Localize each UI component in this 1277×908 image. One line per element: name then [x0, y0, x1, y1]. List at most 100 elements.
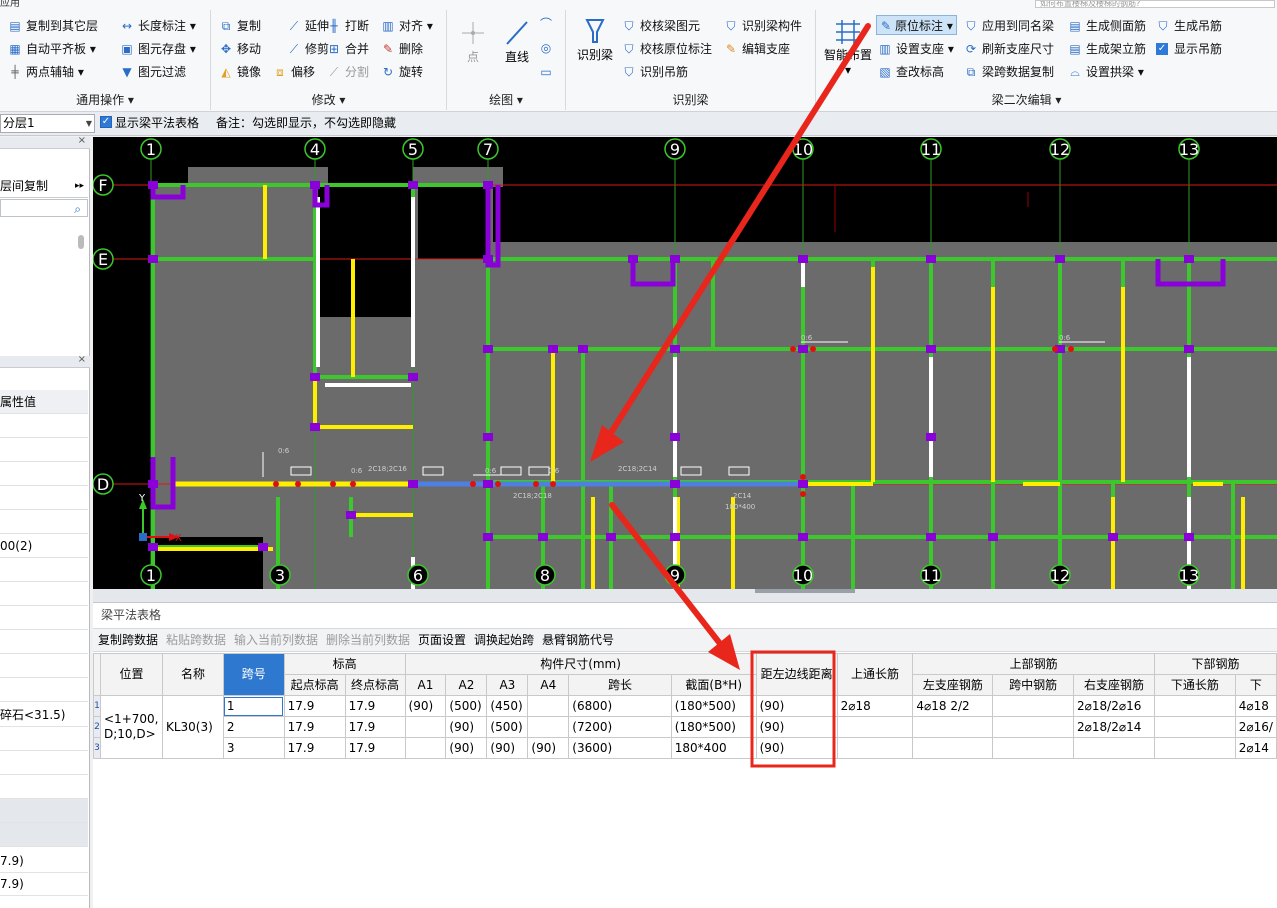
col-a2[interactable]: A2: [445, 674, 488, 696]
col-offset[interactable]: 距左边线距离: [755, 653, 838, 696]
property-row[interactable]: [0, 606, 88, 630]
cell-bottom-partial[interactable]: 2⌀14: [1234, 737, 1277, 759]
col-a3[interactable]: A3: [486, 674, 529, 696]
close-icon[interactable]: ×: [78, 135, 86, 146]
col-bottom-through[interactable]: 下通长筋: [1153, 674, 1236, 696]
property-row[interactable]: [0, 462, 88, 486]
col-start-elev[interactable]: 起点标高: [283, 674, 346, 696]
property-row[interactable]: [0, 751, 88, 775]
cell-a4[interactable]: (90): [527, 737, 570, 759]
property-row[interactable]: [0, 582, 88, 606]
refresh-support-size-button[interactable]: ⟳ 刷新支座尺寸: [964, 39, 1054, 59]
cell-left-seat[interactable]: [912, 716, 994, 738]
property-row[interactable]: 7.9): [0, 849, 88, 873]
offset-button[interactable]: ⧈ 偏移: [273, 62, 315, 82]
cell-bottom-partial[interactable]: 2⌀16/: [1234, 716, 1277, 738]
property-row[interactable]: [0, 414, 88, 438]
component-search-input[interactable]: ⌕: [0, 199, 88, 217]
cantilever-rebar-code-action[interactable]: 悬臂钢筋代号: [542, 633, 614, 647]
recognize-hanger-button[interactable]: ⛉ 识别吊筋: [622, 62, 688, 82]
move-button[interactable]: ✥ 移动: [219, 39, 261, 59]
cell-start-elev[interactable]: 17.9: [283, 716, 346, 738]
row-number[interactable]: 3: [93, 737, 101, 759]
trim-button[interactable]: ⟋ 修剪: [287, 39, 329, 59]
horizontal-scrollbar[interactable]: [755, 589, 855, 593]
col-top-through[interactable]: 上通长筋: [836, 653, 914, 696]
col-section[interactable]: 截面(B*H): [670, 674, 757, 696]
table-row[interactable]: 2 2 17.9 17.9 (90) (500) (7200) (180*500…: [93, 716, 1277, 738]
property-row[interactable]: [0, 654, 88, 678]
property-row[interactable]: [0, 486, 88, 510]
property-row[interactable]: [0, 775, 88, 799]
cell-a2[interactable]: (90): [445, 716, 488, 738]
cell-span[interactable]: 1: [222, 695, 285, 717]
col-a1[interactable]: A1: [404, 674, 447, 696]
cad-drawing-canvas[interactable]: 0:6 0:6 0:6 0:6 0:6 0:6 2C18;2C16 2C18;2…: [93, 137, 1277, 589]
input-column-action[interactable]: 输入当前列数据: [234, 633, 318, 647]
close-icon[interactable]: ×: [78, 354, 86, 365]
cell-offset[interactable]: (90): [755, 695, 838, 717]
cell-offset[interactable]: (90): [755, 737, 838, 759]
cell-bottom-through[interactable]: [1153, 716, 1236, 738]
paste-span-data-action[interactable]: 粘贴跨数据: [166, 633, 226, 647]
property-row[interactable]: [0, 630, 88, 654]
check-beam-element-button[interactable]: ⛉ 校核梁图元: [622, 16, 700, 36]
cell-top-through[interactable]: [836, 716, 914, 738]
cell-bottom-through[interactable]: [1153, 695, 1236, 717]
draw-point-button[interactable]: 点: [457, 18, 489, 65]
draw-arc-button[interactable]: ⌒: [539, 14, 553, 34]
gen-hanger-button[interactable]: ⛉ 生成吊筋: [1156, 16, 1222, 36]
cell-a3[interactable]: (500): [486, 716, 529, 738]
col-right-seat[interactable]: 右支座钢筋: [1073, 674, 1155, 696]
cell-left-seat[interactable]: 4⌀18 2/2: [912, 695, 994, 717]
swap-start-span-action[interactable]: 调换起始跨: [474, 633, 534, 647]
property-group-row[interactable]: [0, 823, 88, 847]
property-row[interactable]: 7.9): [0, 872, 88, 896]
cell-left-seat[interactable]: [912, 737, 994, 759]
cell-section[interactable]: 180*400: [670, 737, 757, 759]
check-inplace-annotation-button[interactable]: ⛉ 校核原位标注: [622, 39, 712, 59]
merge-button[interactable]: ⊞ 合并: [327, 39, 369, 59]
edit-support-button[interactable]: ✎ 编辑支座: [724, 39, 790, 59]
property-row[interactable]: [0, 678, 88, 702]
cell-a4[interactable]: [527, 695, 570, 717]
cell-span-length[interactable]: (7200): [568, 716, 672, 738]
cell-end-elev[interactable]: 17.9: [344, 737, 406, 759]
auto-align-slab-button[interactable]: ▦ 自动平齐板 ▾: [8, 39, 96, 59]
row-number[interactable]: 1: [93, 695, 101, 717]
property-row[interactable]: [0, 727, 88, 751]
copy-to-other-floor-button[interactable]: ▤ 复制到其它层: [8, 16, 98, 36]
cell-span-length[interactable]: (6800): [568, 695, 672, 717]
cell-a3[interactable]: (90): [486, 737, 529, 759]
cell-a1[interactable]: [404, 716, 447, 738]
table-row[interactable]: 1 <1+700, D;10,D> KL30(3) 1 17.9 17.9 (9…: [93, 695, 1277, 759]
cell-section[interactable]: (180*500): [670, 695, 757, 717]
col-a4[interactable]: A4: [527, 674, 570, 696]
cell-start-elev[interactable]: 17.9: [283, 695, 346, 717]
help-search-input[interactable]: 如何布置楼梯及楼梯的钢筋?: [1035, 0, 1275, 8]
gen-side-rebar-button[interactable]: ▤ 生成侧面筋: [1068, 16, 1146, 36]
cell-offset[interactable]: (90): [755, 716, 838, 738]
panel-scrollbar[interactable]: [78, 235, 84, 249]
delete-button[interactable]: ✎ 删除: [381, 39, 423, 59]
cell-start-elev[interactable]: 17.9: [283, 737, 346, 759]
cell-end-elev[interactable]: 17.9: [344, 716, 406, 738]
gen-erection-rebar-button[interactable]: ▤ 生成架立筋: [1068, 39, 1146, 59]
cell-position[interactable]: <1+700, D;10,D>: [100, 695, 163, 759]
cell-mid-span[interactable]: [992, 695, 1075, 717]
cell-section[interactable]: (180*500): [670, 716, 757, 738]
cell-right-seat[interactable]: 2⌀18/2⌀16: [1073, 695, 1155, 717]
cell-span[interactable]: 2: [222, 716, 285, 738]
recognize-beam-big-button[interactable]: 识别梁: [574, 16, 616, 63]
align-button[interactable]: ▥ 对齐 ▾: [381, 16, 433, 36]
set-arch-beam-button[interactable]: ⌓ 设置拱梁 ▾: [1068, 62, 1144, 82]
delete-column-action[interactable]: 删除当前列数据: [326, 633, 410, 647]
cell-bottom-through[interactable]: [1153, 737, 1236, 759]
inplace-annotation-button[interactable]: ✎ 原位标注 ▾: [876, 15, 957, 35]
property-row[interactable]: 00(2): [0, 534, 88, 558]
show-hanger-checkbox[interactable]: ✓ 显示吊筋: [1156, 39, 1222, 59]
floor-plan[interactable]: 0:6 0:6 0:6 0:6 0:6 0:6 2C18;2C16 2C18;2…: [93, 137, 1277, 589]
rotate-button[interactable]: ↻ 旋转: [381, 62, 423, 82]
col-position[interactable]: 位置: [100, 653, 163, 696]
cell-span-length[interactable]: (3600): [568, 737, 672, 759]
